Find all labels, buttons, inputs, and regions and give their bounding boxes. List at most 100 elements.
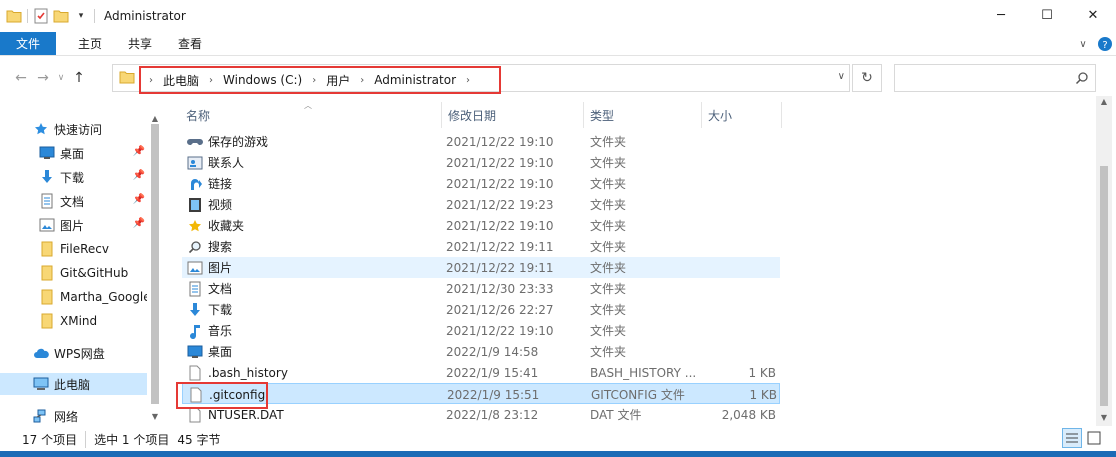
scroll-thumb[interactable] — [1100, 166, 1108, 406]
column-size[interactable]: 大小 — [702, 102, 782, 128]
nav-wps-cloud[interactable]: WPS网盘 — [0, 342, 147, 364]
forward-button[interactable]: → — [32, 64, 54, 92]
expand-ribbon-chevron-icon[interactable]: ∨ — [1072, 33, 1094, 55]
item-count: 17 个项目 — [22, 432, 78, 447]
nav-downloads[interactable]: 下载 📌 — [0, 166, 147, 188]
file-name: 链接 — [208, 177, 233, 191]
favorites-icon — [186, 217, 204, 235]
close-button[interactable]: ✕ — [1070, 0, 1116, 30]
customize-toolbar-chevron-icon[interactable]: ▾ — [71, 6, 91, 26]
table-row[interactable]: 联系人 2021/12/22 19:10 文件夹 — [182, 152, 780, 173]
table-row-selected[interactable]: .gitconfig 2022/1/9 15:51 GITCONFIG 文件 1… — [182, 383, 780, 404]
table-row[interactable]: NTUSER.DAT 2022/1/8 23:12 DAT 文件 2,048 K… — [182, 404, 780, 425]
help-icon[interactable]: ? — [1094, 33, 1116, 55]
minimize-button[interactable]: ─ — [978, 0, 1024, 30]
chevron-right-icon[interactable]: › — [312, 75, 316, 86]
back-button[interactable]: ← — [10, 64, 32, 92]
table-row[interactable]: 搜索 2021/12/22 19:11 文件夹 — [182, 236, 780, 257]
tab-file[interactable]: 文件 — [0, 32, 56, 55]
nav-filerecv[interactable]: FileRecv — [0, 238, 147, 260]
file-size: 2,048 KB — [721, 407, 776, 422]
file-date: 2021/12/22 19:10 — [446, 155, 554, 170]
scroll-up-icon[interactable]: ▲ — [1096, 96, 1112, 108]
details-view-icon[interactable] — [1062, 428, 1082, 448]
nav-label: FileRecv — [60, 242, 109, 256]
column-name[interactable]: 名称 — [180, 102, 442, 128]
navigation-pane: 快速访问 桌面 📌 下载 📌 文档 📌 图片 📌 FileRecv Git&Gi… — [0, 96, 164, 426]
star-icon — [32, 120, 50, 138]
chevron-right-icon[interactable]: › — [360, 75, 364, 86]
scroll-thumb[interactable] — [151, 124, 159, 404]
nav-label: 下载 — [60, 170, 85, 185]
file-type: 文件夹 — [590, 156, 627, 170]
pin-icon[interactable]: 📌 — [133, 146, 145, 157]
nav-martha-google[interactable]: Martha_Google — [0, 286, 147, 308]
pin-icon[interactable]: 📌 — [133, 170, 145, 181]
file-name: 视频 — [208, 198, 233, 212]
divider — [94, 9, 95, 23]
file-date: 2021/12/22 19:10 — [446, 218, 554, 233]
table-row[interactable]: 图片 2021/12/22 19:11 文件夹 — [182, 257, 780, 278]
new-folder-icon[interactable] — [51, 6, 71, 26]
nav-xmind[interactable]: XMind — [0, 310, 147, 332]
breadcrumb-users[interactable]: 用户 — [326, 72, 350, 89]
table-row[interactable]: 音乐 2021/12/22 19:10 文件夹 — [182, 320, 780, 341]
search-input[interactable] — [894, 64, 1096, 92]
breadcrumb-administrator[interactable]: Administrator — [374, 73, 456, 87]
address-bar[interactable]: › 此电脑 › Windows (C:) › 用户 › Administrato… — [112, 64, 850, 94]
file-list-scrollbar[interactable]: ▲ ▼ — [1096, 96, 1112, 426]
cloud-icon — [32, 344, 50, 362]
tab-share[interactable]: 共享 — [115, 32, 165, 55]
column-headers: ︿ 名称 修改日期 类型 大小 — [164, 101, 784, 128]
table-row[interactable]: 保存的游戏 2021/12/22 19:10 文件夹 — [182, 131, 780, 152]
nav-scrollbar[interactable]: ▲ ▼ — [148, 114, 162, 426]
pin-icon[interactable]: 📌 — [133, 218, 145, 229]
pin-icon[interactable]: 📌 — [133, 194, 145, 205]
folder-icon — [38, 288, 56, 306]
breadcrumb-this-pc[interactable]: 此电脑 — [163, 72, 199, 89]
tab-view[interactable]: 查看 — [165, 32, 215, 55]
tab-home[interactable]: 主页 — [56, 32, 115, 55]
table-row[interactable]: 桌面 2022/1/9 14:58 文件夹 — [182, 341, 780, 362]
table-row[interactable]: 下载 2021/12/26 22:27 文件夹 — [182, 299, 780, 320]
nav-git-github[interactable]: Git&GitHub — [0, 262, 147, 284]
file-size — [704, 299, 776, 320]
nav-quick-access[interactable]: 快速访问 — [0, 118, 147, 140]
table-row[interactable]: 文档 2021/12/30 23:33 文件夹 — [182, 278, 780, 299]
chevron-right-icon[interactable]: › — [209, 75, 213, 86]
file-name: .bash_history — [208, 365, 288, 380]
searches-icon — [186, 238, 204, 256]
nav-documents[interactable]: 文档 📌 — [0, 190, 147, 212]
nav-label: 图片 — [60, 218, 85, 233]
scroll-down-icon[interactable]: ▼ — [1096, 412, 1112, 424]
chevron-right-icon[interactable]: › — [466, 75, 470, 86]
properties-icon[interactable] — [31, 6, 51, 26]
maximize-button[interactable]: ☐ — [1024, 0, 1070, 30]
chevron-right-icon[interactable]: › — [149, 75, 153, 86]
file-date: 2021/12/22 19:11 — [446, 239, 554, 254]
up-button[interactable]: ↑ — [68, 64, 90, 92]
table-row[interactable]: 收藏夹 2021/12/22 19:10 文件夹 — [182, 215, 780, 236]
file-type: 文件夹 — [590, 135, 627, 149]
table-row[interactable]: 链接 2021/12/22 19:10 文件夹 — [182, 173, 780, 194]
large-icons-view-icon[interactable] — [1084, 428, 1104, 448]
table-row[interactable]: .bash_history 2022/1/9 15:41 BASH_HISTOR… — [182, 362, 780, 383]
table-row[interactable]: 视频 2021/12/22 19:23 文件夹 — [182, 194, 780, 215]
nav-pictures[interactable]: 图片 📌 — [0, 214, 147, 236]
nav-network[interactable]: 网络 — [0, 405, 147, 427]
breadcrumb-c-drive[interactable]: Windows (C:) — [223, 73, 302, 87]
network-icon — [32, 407, 50, 425]
address-dropdown-icon[interactable]: ∨ — [838, 71, 845, 82]
nav-desktop[interactable]: 桌面 📌 — [0, 142, 147, 164]
file-name: 下载 — [208, 303, 233, 317]
file-type: BASH_HISTORY ... — [590, 365, 697, 380]
nav-this-pc[interactable]: 此电脑 — [0, 373, 147, 395]
file-date: 2021/12/22 19:10 — [446, 323, 554, 338]
refresh-button[interactable]: ↻ — [852, 64, 882, 92]
nav-label: 文档 — [60, 194, 85, 209]
scroll-down-icon[interactable]: ▼ — [148, 412, 162, 422]
scroll-up-icon[interactable]: ▲ — [148, 114, 162, 124]
column-type[interactable]: 类型 — [584, 102, 702, 128]
column-date[interactable]: 修改日期 — [442, 102, 584, 128]
recent-locations-button[interactable]: ∨ — [54, 64, 68, 92]
